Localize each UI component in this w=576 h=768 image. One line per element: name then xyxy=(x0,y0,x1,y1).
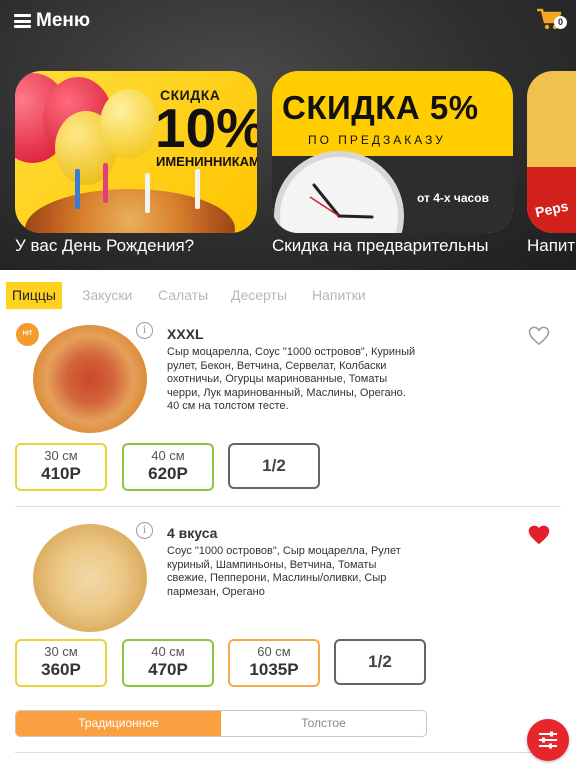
banner-caption[interactable]: Напит xyxy=(527,236,575,256)
tab-salads[interactable]: Салаты xyxy=(152,282,214,309)
tab-snacks[interactable]: Закуски xyxy=(76,282,138,309)
price-label: 470Р xyxy=(148,660,188,679)
size-option-40[interactable]: 40 см 620Р xyxy=(122,443,214,491)
pizza-image[interactable] xyxy=(33,325,147,433)
heart-icon xyxy=(528,326,550,346)
filter-button[interactable] xyxy=(527,719,569,761)
heart-icon xyxy=(528,525,550,545)
banner-caption[interactable]: У вас День Рождения? xyxy=(15,236,194,256)
banner-drinks[interactable]: Peps xyxy=(527,71,576,233)
favorite-button[interactable] xyxy=(528,326,550,346)
category-tabs: Пиццы Закуски Салаты Десерты Напитки xyxy=(0,282,576,310)
header-hero: Меню 0 СКИДКА 10% ИМЕНИННИКАМ У вас День… xyxy=(0,0,576,270)
size-option-60[interactable]: 60 см 1035Р xyxy=(228,639,320,687)
banner-sub-label: ПО ПРЕДЗАКАЗУ xyxy=(308,133,446,147)
price-label: 360Р xyxy=(41,660,81,679)
size-label: 60 см xyxy=(257,644,291,659)
menu-label: Меню xyxy=(36,10,91,31)
product-description: Сыр моцарелла, Соус "1000 островов", Кур… xyxy=(167,346,416,412)
divider xyxy=(15,752,561,753)
cart-button[interactable]: 0 xyxy=(537,7,567,33)
balloon-decoration xyxy=(100,89,158,159)
hamburger-icon xyxy=(14,14,31,28)
product-description: Соус "1000 островов", Сыр моцарелла, Рул… xyxy=(167,545,401,598)
pizza-image[interactable] xyxy=(33,524,147,632)
info-icon[interactable]: i xyxy=(136,522,153,539)
price-label: 1035Р xyxy=(249,660,299,679)
size-label: 40 см xyxy=(151,448,185,463)
product-title: XXXL xyxy=(167,326,204,342)
banner-discount-value: 10% xyxy=(155,97,257,159)
candle-decoration xyxy=(103,163,108,203)
pizza-image xyxy=(25,189,235,233)
hit-badge: HIT xyxy=(16,323,39,346)
tab-drinks[interactable]: Напитки xyxy=(306,282,372,309)
filter-icon xyxy=(539,731,557,749)
tab-desserts[interactable]: Десерты xyxy=(225,282,293,309)
menu-button[interactable]: Меню xyxy=(14,8,90,34)
banner-birthday[interactable]: СКИДКА 10% ИМЕНИННИКАМ xyxy=(15,71,257,233)
dough-selector: Традиционное Толстое xyxy=(15,710,427,737)
size-option-40[interactable]: 40 см 470Р xyxy=(122,639,214,687)
size-option-30[interactable]: 30 см 410Р xyxy=(15,443,107,491)
divider xyxy=(15,506,561,507)
banner-caption[interactable]: Скидка на предварительны xyxy=(272,236,488,256)
dough-option-traditional[interactable]: Традиционное xyxy=(16,711,221,736)
banner-note: от 4-х часов xyxy=(417,191,489,205)
size-label: 40 см xyxy=(151,644,185,659)
size-option-30[interactable]: 30 см 360Р xyxy=(15,639,107,687)
size-label: 30 см xyxy=(44,448,78,463)
half-pizza-button[interactable]: 1/2 xyxy=(228,443,320,489)
size-label: 30 см xyxy=(44,644,78,659)
banner-sub-label: ИМЕНИННИКАМ xyxy=(156,154,257,169)
banner-preorder[interactable]: СКИДКА 5% ПО ПРЕДЗАКАЗУ от 4-х часов xyxy=(272,71,513,233)
tab-pizzas[interactable]: Пиццы xyxy=(6,282,62,309)
info-icon[interactable]: i xyxy=(136,322,153,339)
price-label: 410Р xyxy=(41,464,81,483)
price-label: 620Р xyxy=(148,464,188,483)
banner-headline: СКИДКА 5% xyxy=(282,89,479,126)
candle-decoration xyxy=(75,169,80,209)
clock-icon xyxy=(274,151,404,233)
candle-decoration xyxy=(145,173,150,213)
cart-count-badge: 0 xyxy=(554,16,567,29)
product-title: 4 вкуса xyxy=(167,525,218,541)
favorite-button[interactable] xyxy=(528,525,550,545)
candle-decoration xyxy=(195,169,200,209)
dough-option-thick[interactable]: Толстое xyxy=(221,711,426,736)
half-pizza-button[interactable]: 1/2 xyxy=(334,639,426,685)
top-bar: Меню 0 xyxy=(0,0,576,44)
